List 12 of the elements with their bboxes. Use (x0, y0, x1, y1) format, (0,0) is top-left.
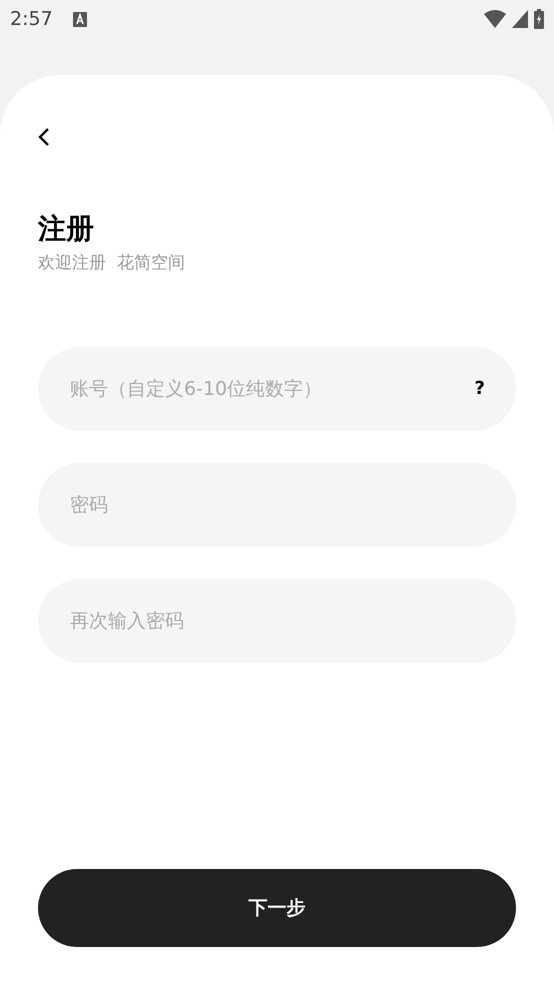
battery-icon (534, 9, 544, 29)
notification-icon (72, 12, 87, 26)
page-title: 注册 (38, 211, 95, 247)
signal-icon (512, 10, 528, 28)
page-subtitle: 欢迎注册 花简空间 (38, 252, 186, 275)
status-time: 2:57 (10, 6, 53, 32)
input-field[interactable]: 密码 (38, 462, 516, 546)
wifi-icon (484, 10, 506, 28)
next-button[interactable]: 下一步 (38, 869, 516, 947)
input-field[interactable]: 再次输入密码 (38, 578, 516, 662)
back-icon (38, 128, 50, 146)
help-icon[interactable]: ? (474, 376, 485, 400)
